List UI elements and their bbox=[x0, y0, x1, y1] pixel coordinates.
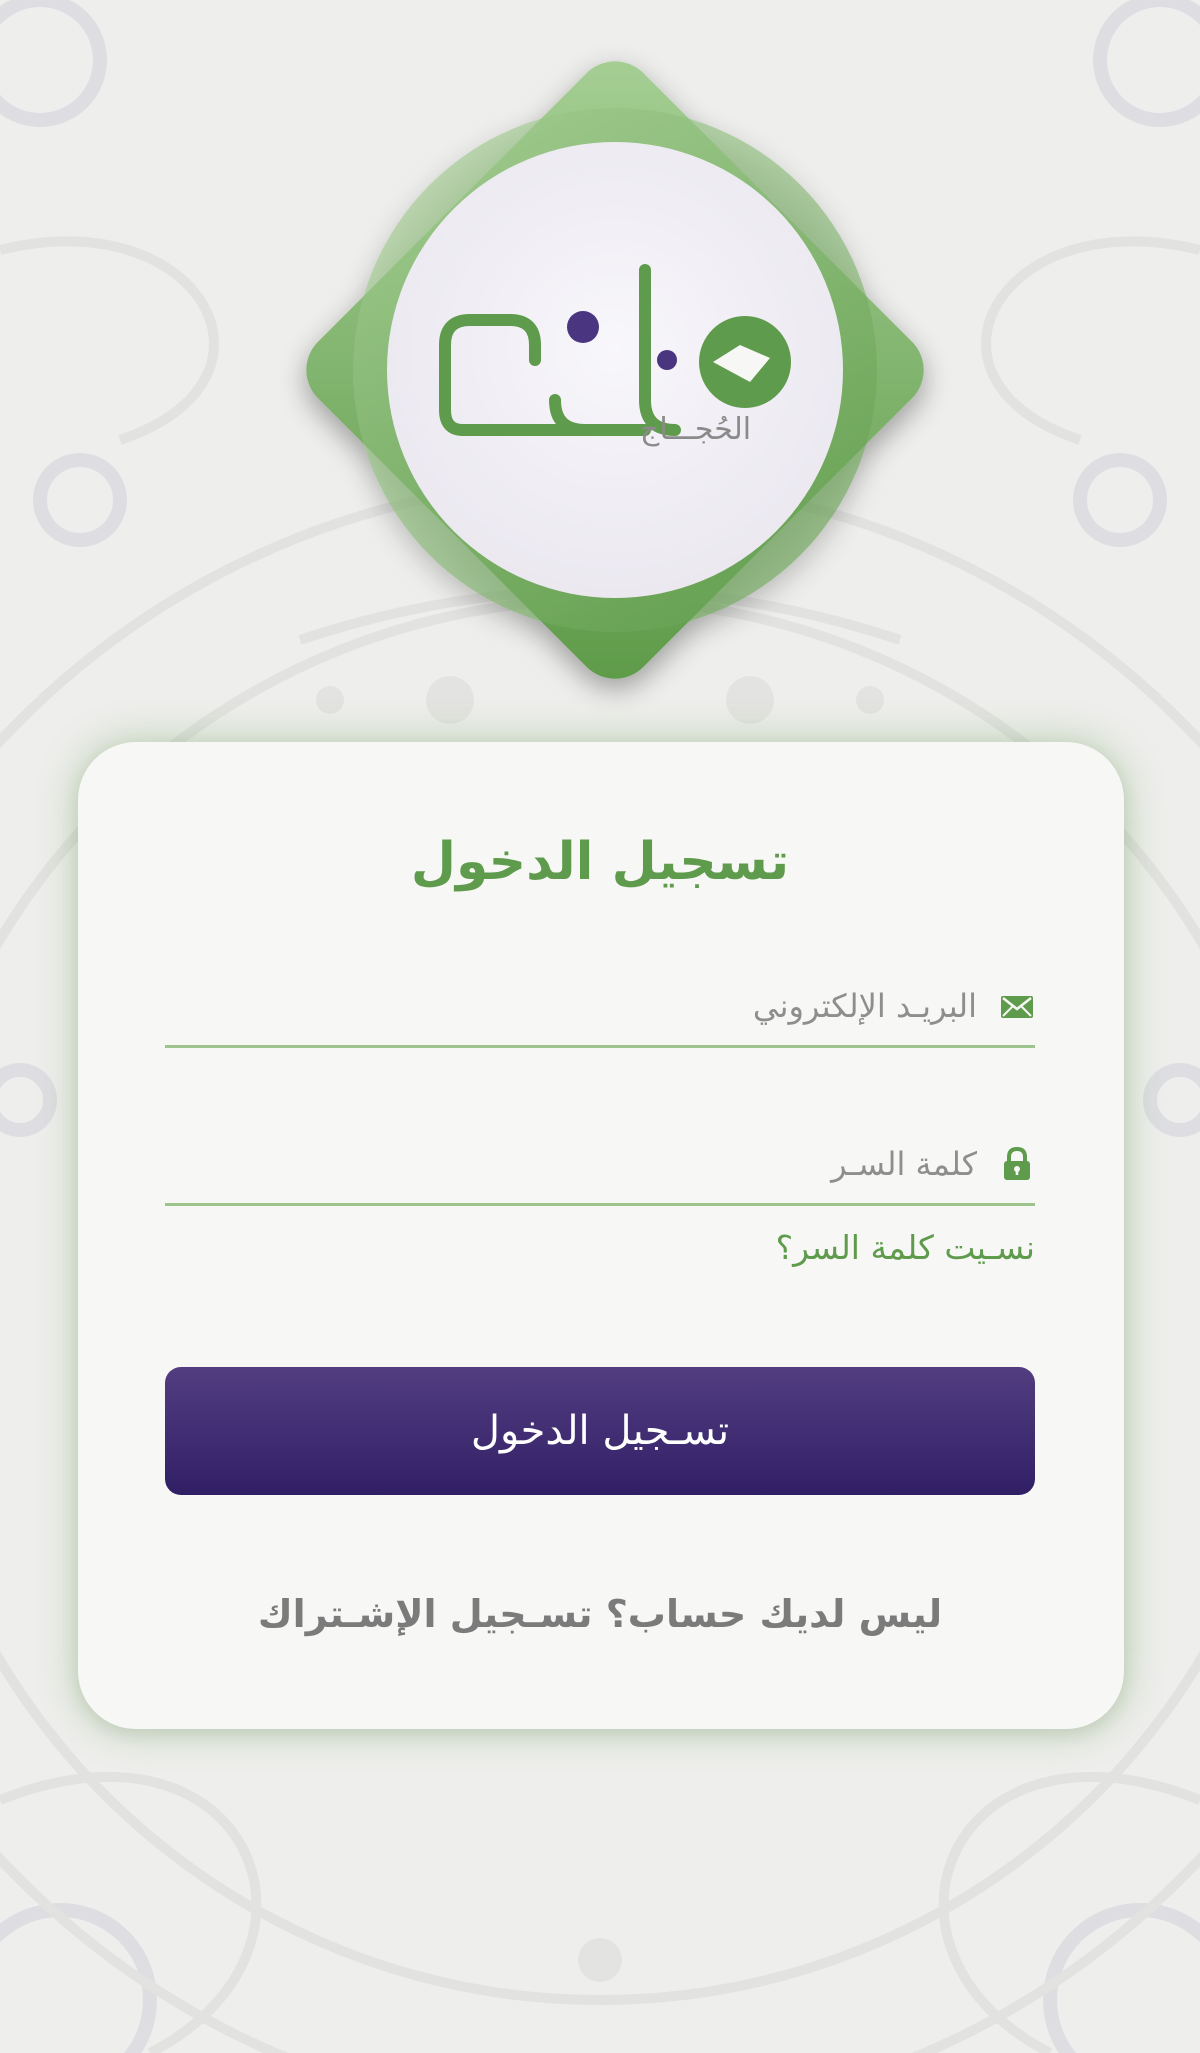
logo-dot-large bbox=[567, 311, 599, 343]
password-field[interactable] bbox=[165, 1126, 1035, 1206]
envelope-icon bbox=[1001, 996, 1033, 1018]
app-logo bbox=[306, 61, 924, 679]
page-title: تسجيل الدخول bbox=[410, 832, 790, 892]
email-input[interactable] bbox=[187, 976, 977, 1036]
password-input[interactable] bbox=[187, 1134, 977, 1194]
signup-row: ليس لديك حساب؟ تسـجيل الإشـتراك bbox=[0, 1592, 1200, 1636]
email-field[interactable] bbox=[165, 968, 1035, 1048]
logo-dot-small bbox=[657, 350, 677, 370]
logo-subtitle: الحُجـــاج bbox=[640, 412, 752, 447]
signup-prompt: ليس لديك حساب؟ bbox=[592, 1592, 943, 1636]
forgot-password-link[interactable]: نسـيت كلمة السر؟ bbox=[776, 1228, 1035, 1267]
lock-icon bbox=[1004, 1146, 1030, 1180]
login-button[interactable]: تسـجيل الدخول bbox=[165, 1367, 1035, 1495]
signup-link[interactable]: تسـجيل الإشـتراك bbox=[258, 1592, 593, 1636]
